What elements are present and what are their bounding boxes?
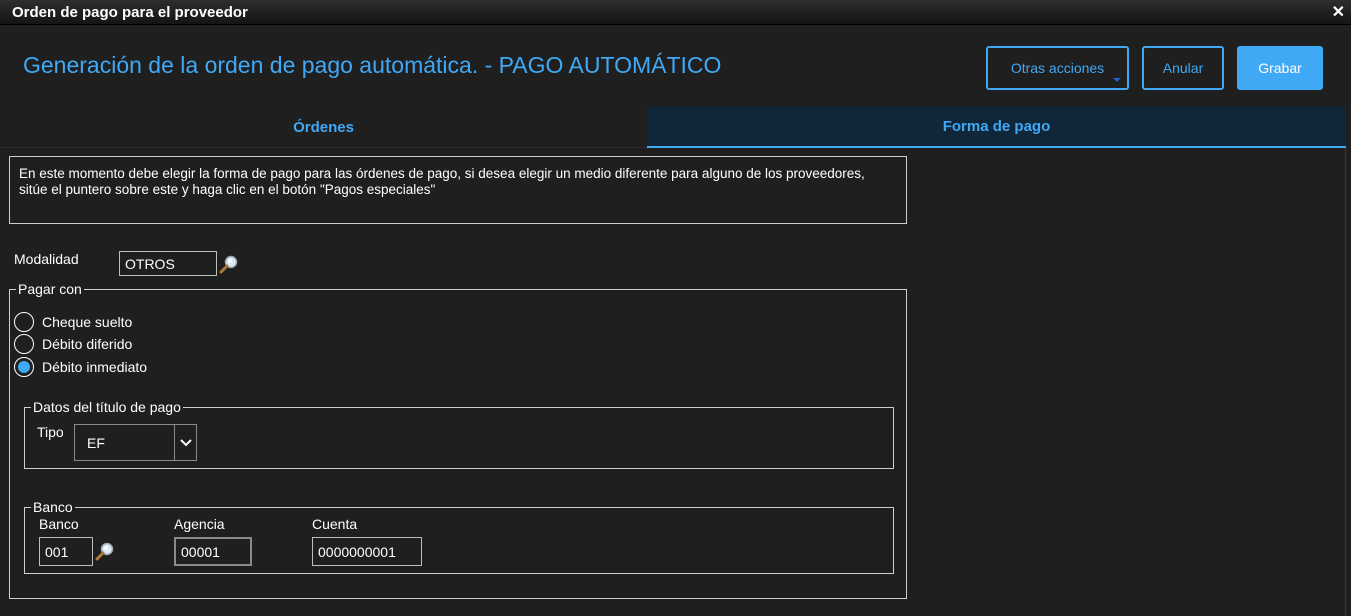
cuenta-input[interactable] bbox=[312, 537, 422, 566]
panel-divider bbox=[1345, 148, 1346, 616]
tipo-select[interactable]: EF bbox=[74, 424, 197, 461]
agencia-label: Agencia bbox=[174, 516, 225, 532]
search-icon[interactable] bbox=[95, 541, 115, 561]
cancel-button[interactable]: Anular bbox=[1142, 46, 1224, 90]
search-icon[interactable] bbox=[219, 254, 239, 274]
radio-button[interactable] bbox=[14, 312, 34, 332]
agencia-input[interactable] bbox=[174, 537, 252, 566]
pay-with-legend: Pagar con bbox=[18, 281, 82, 297]
radio-debito-inmediato[interactable]: Débito inmediato bbox=[14, 357, 147, 377]
radio-label: Débito inmediato bbox=[42, 359, 148, 375]
radio-cheque-suelto[interactable]: Cheque suelto bbox=[14, 312, 132, 332]
tipo-selected-value: EF bbox=[87, 434, 105, 451]
more-actions-label: Otras acciones bbox=[1010, 60, 1105, 76]
banco-label: Banco bbox=[39, 516, 79, 532]
modalidad-label: Modalidad bbox=[14, 251, 79, 267]
page-title: Generación de la orden de pago automátic… bbox=[23, 52, 722, 78]
bank-legend: Banco bbox=[33, 499, 73, 515]
radio-label: Cheque suelto bbox=[42, 314, 133, 330]
close-icon[interactable]: ✕ bbox=[1332, 2, 1345, 22]
tab-ordenes[interactable]: Órdenes bbox=[0, 107, 647, 148]
window-title: Orden de pago para el proveedor bbox=[12, 4, 248, 21]
bank-group: Banco bbox=[24, 499, 894, 574]
radio-button[interactable] bbox=[14, 334, 34, 354]
tipo-label: Tipo bbox=[37, 424, 64, 440]
tab-forma-de-pago[interactable]: Forma de pago bbox=[647, 107, 1346, 148]
cuenta-label: Cuenta bbox=[312, 516, 358, 532]
caret-down-icon bbox=[1113, 78, 1121, 82]
more-actions-button[interactable]: Otras acciones bbox=[986, 46, 1129, 90]
title-data-legend: Datos del título de pago bbox=[33, 399, 181, 415]
radio-button-selected[interactable] bbox=[14, 357, 34, 377]
window-titlebar: Orden de pago para el proveedor ✕ bbox=[0, 0, 1351, 25]
info-message: En este momento debe elegir la forma de … bbox=[9, 156, 907, 224]
radio-debito-diferido[interactable]: Débito diferido bbox=[14, 334, 132, 354]
banco-input[interactable] bbox=[39, 537, 93, 566]
save-button[interactable]: Grabar bbox=[1237, 46, 1323, 90]
radio-label: Débito diferido bbox=[42, 336, 133, 352]
chevron-down-icon[interactable] bbox=[174, 425, 196, 460]
modalidad-input[interactable] bbox=[119, 251, 217, 276]
